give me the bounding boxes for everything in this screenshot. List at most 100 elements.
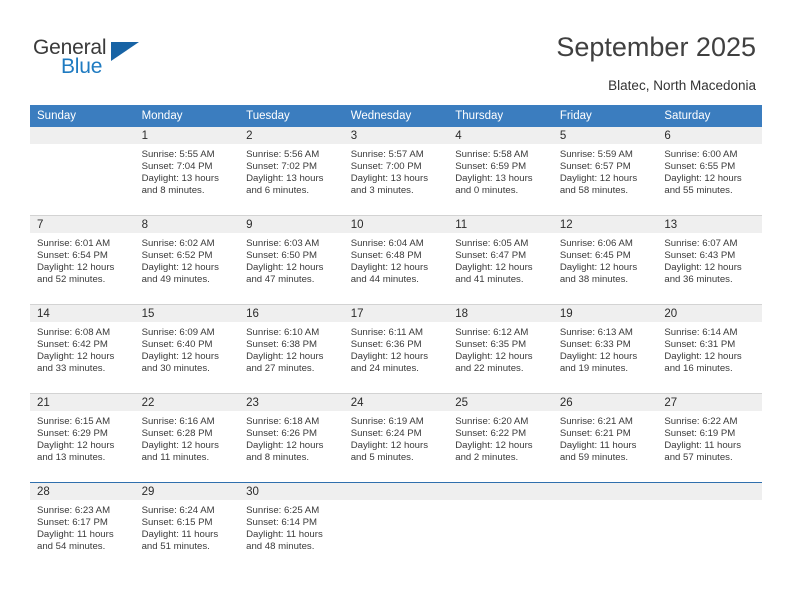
sunrise-time: Sunrise: 5:55 AM [141, 149, 215, 160]
calendar-day-cell[interactable]: 17 Sunrise: 6:11 AM Sunset: 6:36 PM Dayligh… [343, 305, 449, 393]
daylight-duration-line2: and 5 minutes. [350, 452, 414, 464]
sunrise-time: Sunrise: 6:24 AM [141, 505, 215, 516]
sunrise-time: Sunrise: 6:13 AM [559, 327, 633, 338]
calendar-day-cell[interactable]: 28 Sunrise: 6:23 AM Sunset: 6:17 PM Dayligh… [30, 483, 135, 571]
daylight-duration-line2: and 44 minutes. [350, 274, 419, 286]
daylight-duration-line1: Daylight: 11 hours [664, 440, 741, 452]
daylight-duration-line1: Daylight: 12 hours [664, 173, 742, 185]
calendar-week-row: 14 Sunrise: 6:08 AM Sunset: 6:42 PM Dayligh… [30, 304, 762, 394]
day-sun-info: Sunrise: 6:18 AM Sunset: 6:26 PM Daylight:… [239, 411, 344, 464]
day-sun-info: Sunrise: 6:04 AM Sunset: 6:48 PM Daylight:… [344, 233, 449, 286]
general-blue-logo[interactable]: General Blue [33, 36, 153, 84]
weekday-header-friday: Friday [552, 105, 658, 127]
day-sun-info: Sunrise: 6:07 AM Sunset: 6:43 PM Daylight:… [657, 233, 762, 286]
daylight-duration-line1: Daylight: 12 hours [455, 351, 533, 363]
daylight-duration-line2: and 8 minutes. [246, 452, 310, 464]
sunrise-time: Sunrise: 6:05 AM [455, 238, 529, 249]
logo-text-blue: Blue [61, 55, 103, 78]
sunrise-time: Sunrise: 5:58 AM [455, 149, 529, 160]
day-number: 26 [552, 394, 658, 411]
sunset-time: Sunset: 6:43 PM [664, 250, 736, 262]
calendar-day-cell[interactable]: 8 Sunrise: 6:02 AM Sunset: 6:52 PM Daylight… [134, 216, 240, 304]
day-number: 17 [343, 305, 449, 322]
daylight-duration-line1: Daylight: 12 hours [141, 351, 219, 363]
calendar-day-cell[interactable]: 3 Sunrise: 5:57 AM Sunset: 7:00 PM Daylight… [343, 127, 449, 215]
calendar-day-cell[interactable]: 22 Sunrise: 6:16 AM Sunset: 6:28 PM Dayligh… [134, 394, 240, 482]
daylight-duration-line1: Daylight: 11 hours [559, 440, 637, 452]
weekday-header-tuesday: Tuesday [239, 105, 344, 127]
day-sun-info: Sunrise: 6:05 AM Sunset: 6:47 PM Daylight:… [448, 233, 553, 286]
daylight-duration-line2: and 0 minutes. [455, 185, 519, 197]
calendar-week-row: 7 Sunrise: 6:01 AM Sunset: 6:54 PM Daylight… [30, 215, 762, 305]
calendar-day-cell[interactable]: 29 Sunrise: 6:24 AM Sunset: 6:15 PM Dayligh… [134, 483, 240, 571]
sunrise-time: Sunrise: 5:56 AM [246, 149, 320, 160]
sunrise-time: Sunrise: 6:07 AM [664, 238, 738, 249]
weekday-header-wednesday: Wednesday [343, 105, 449, 127]
calendar-day-cell[interactable]: 4 Sunrise: 5:58 AM Sunset: 6:59 PM Daylight… [448, 127, 553, 215]
calendar-day-cell[interactable]: 6 Sunrise: 6:00 AM Sunset: 6:55 PM Daylight… [657, 127, 762, 215]
daylight-duration-line1: Daylight: 11 hours [246, 529, 323, 541]
sunset-time: Sunset: 6:36 PM [350, 339, 422, 351]
daylight-duration-line2: and 33 minutes. [37, 363, 106, 375]
day-sun-info: Sunrise: 6:15 AM Sunset: 6:29 PM Daylight:… [30, 411, 135, 464]
daylight-duration-line2: and 36 minutes. [664, 274, 733, 286]
daylight-duration-line1: Daylight: 12 hours [246, 262, 324, 274]
calendar-day-cell[interactable]: 14 Sunrise: 6:08 AM Sunset: 6:42 PM Dayligh… [30, 305, 135, 393]
calendar-day-cell[interactable]: 9 Sunrise: 6:03 AM Sunset: 6:50 PM Daylight… [239, 216, 344, 304]
sunrise-time: Sunrise: 6:25 AM [246, 505, 320, 516]
calendar-day-cell[interactable]: 20 Sunrise: 6:14 AM Sunset: 6:31 PM Dayligh… [657, 305, 762, 393]
sunset-time: Sunset: 6:52 PM [141, 250, 213, 262]
weekday-header-thursday: Thursday [448, 105, 553, 127]
calendar-day-cell[interactable]: 10 Sunrise: 6:04 AM Sunset: 6:48 PM Dayligh… [343, 216, 449, 304]
day-sun-info: Sunrise: 6:13 AM Sunset: 6:33 PM Daylight:… [553, 322, 658, 375]
sunset-time: Sunset: 6:14 PM [246, 517, 318, 529]
calendar-day-cell[interactable]: 5 Sunrise: 5:59 AM Sunset: 6:57 PM Daylight… [552, 127, 658, 215]
calendar-header-row: Sunday Monday Tuesday Wednesday Thursday… [30, 105, 762, 127]
sunset-time: Sunset: 6:24 PM [350, 428, 422, 440]
day-sun-info: Sunrise: 6:06 AM Sunset: 6:45 PM Daylight:… [553, 233, 658, 286]
calendar-day-cell[interactable]: 15 Sunrise: 6:09 AM Sunset: 6:40 PM Dayligh… [134, 305, 240, 393]
sunset-time: Sunset: 6:15 PM [141, 517, 213, 529]
calendar-week-row: 21 Sunrise: 6:15 AM Sunset: 6:29 PM Dayligh… [30, 393, 762, 483]
calendar-day-cell[interactable]: 11 Sunrise: 6:05 AM Sunset: 6:47 PM Dayligh… [448, 216, 553, 304]
calendar-day-cell[interactable]: 24 Sunrise: 6:19 AM Sunset: 6:24 PM Dayligh… [343, 394, 449, 482]
weekday-header-sunday: Sunday [30, 105, 135, 127]
calendar-day-cell[interactable]: 13 Sunrise: 6:07 AM Sunset: 6:43 PM Dayligh… [657, 216, 762, 304]
calendar-day-cell[interactable]: 19 Sunrise: 6:13 AM Sunset: 6:33 PM Dayligh… [552, 305, 658, 393]
calendar-day-cell[interactable]: 25 Sunrise: 6:20 AM Sunset: 6:22 PM Dayligh… [448, 394, 553, 482]
calendar-day-cell[interactable]: 1 Sunrise: 5:55 AM Sunset: 7:04 PM Daylight… [134, 127, 240, 215]
day-number: 30 [239, 483, 344, 500]
daylight-duration-line2: and 38 minutes. [559, 274, 629, 286]
calendar-day-cell[interactable]: 18 Sunrise: 6:12 AM Sunset: 6:35 PM Dayligh… [448, 305, 553, 393]
calendar-day-cell[interactable]: 2 Sunrise: 5:56 AM Sunset: 7:02 PM Daylight… [239, 127, 344, 215]
day-sun-info: Sunrise: 6:03 AM Sunset: 6:50 PM Daylight:… [239, 233, 344, 286]
day-number: 16 [239, 305, 344, 322]
calendar-day-cell[interactable]: 12 Sunrise: 6:06 AM Sunset: 6:45 PM Dayligh… [552, 216, 658, 304]
sunrise-time: Sunrise: 6:14 AM [664, 327, 738, 338]
sunrise-time: Sunrise: 5:57 AM [350, 149, 424, 160]
daylight-duration-line1: Daylight: 12 hours [350, 262, 429, 274]
daylight-duration-line1: Daylight: 12 hours [455, 440, 533, 452]
calendar-day-cell[interactable]: 7 Sunrise: 6:01 AM Sunset: 6:54 PM Daylight… [30, 216, 135, 304]
day-number: 2 [239, 127, 344, 144]
calendar-day-cell[interactable]: 21 Sunrise: 6:15 AM Sunset: 6:29 PM Dayligh… [30, 394, 135, 482]
calendar-day-cell-empty [552, 483, 658, 571]
calendar-day-cell-empty [657, 483, 762, 571]
calendar-day-cell[interactable]: 23 Sunrise: 6:18 AM Sunset: 6:26 PM Dayligh… [239, 394, 344, 482]
daylight-duration-line1: Daylight: 13 hours [141, 173, 219, 185]
sunrise-time: Sunrise: 6:09 AM [141, 327, 215, 338]
weekday-header-saturday: Saturday [657, 105, 762, 127]
calendar-week-row: 1 Sunrise: 5:55 AM Sunset: 7:04 PM Daylight… [30, 127, 762, 216]
calendar-day-cell[interactable]: 26 Sunrise: 6:21 AM Sunset: 6:21 PM Dayligh… [552, 394, 658, 482]
calendar-body: 1 Sunrise: 5:55 AM Sunset: 7:04 PM Daylight… [30, 127, 762, 571]
day-number: 28 [30, 483, 135, 500]
calendar-day-cell[interactable]: 16 Sunrise: 6:10 AM Sunset: 6:38 PM Dayligh… [239, 305, 344, 393]
daylight-duration-line2: and 55 minutes. [664, 185, 733, 197]
daylight-duration-line1: Daylight: 12 hours [559, 173, 638, 185]
sunset-time: Sunset: 6:47 PM [455, 250, 527, 262]
calendar-day-cell[interactable]: 27 Sunrise: 6:22 AM Sunset: 6:19 PM Dayligh… [657, 394, 762, 482]
calendar-day-cell[interactable]: 30 Sunrise: 6:25 AM Sunset: 6:14 PM Dayligh… [239, 483, 344, 571]
sunrise-time: Sunrise: 6:04 AM [350, 238, 424, 249]
daylight-duration-line1: Daylight: 12 hours [246, 351, 324, 363]
daylight-duration-line1: Daylight: 12 hours [664, 262, 742, 274]
